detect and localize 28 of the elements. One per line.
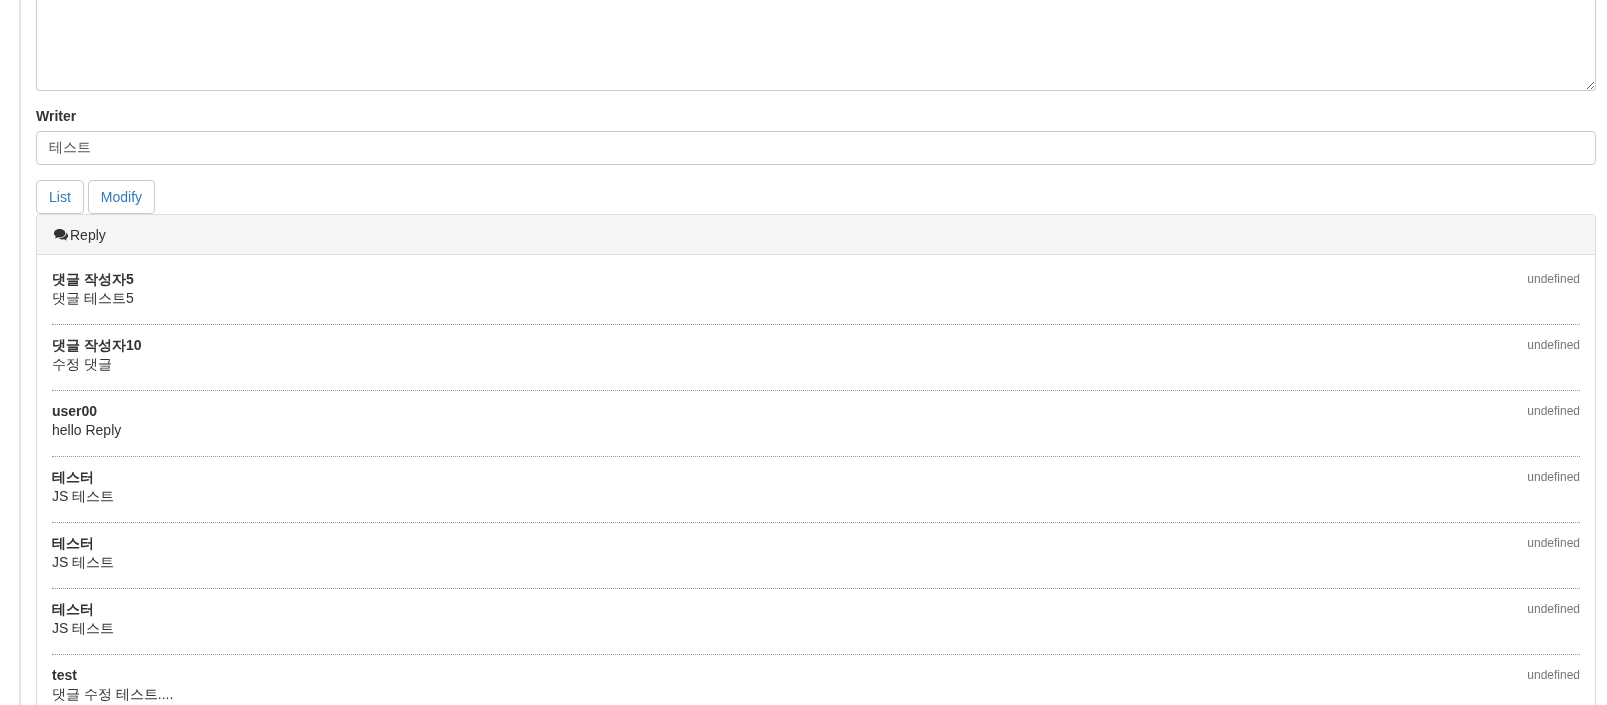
textarea-field[interactable] xyxy=(36,0,1596,91)
reply-text: JS 테스트 xyxy=(52,554,115,571)
reply-author: 댓글 작성자5 xyxy=(52,270,134,288)
reply-date: undefined xyxy=(1527,403,1580,419)
panel-title: Reply xyxy=(70,225,106,245)
reply-author: 테스터 xyxy=(52,534,94,552)
reply-text: 수정 댓글 xyxy=(52,356,112,373)
reply-author: 댓글 작성자10 xyxy=(52,336,142,354)
reply-text: 댓글 테스트5 xyxy=(52,290,134,307)
reply-text: hello Reply xyxy=(52,422,122,439)
action-button[interactable]: Modify xyxy=(87,180,156,214)
reply-date: undefined xyxy=(1527,337,1580,353)
reply-date: undefined xyxy=(1527,469,1580,485)
comments-icon xyxy=(54,228,68,241)
reply-date: undefined xyxy=(1527,601,1580,617)
action-button[interactable]: List xyxy=(36,180,84,214)
reply-author: 테스터 xyxy=(52,468,94,486)
reply-author: user00 xyxy=(52,402,98,420)
reply-author: test xyxy=(52,666,77,684)
field-label: Writer xyxy=(36,107,77,126)
reply-author: 테스터 xyxy=(52,600,94,618)
reply-date: undefined xyxy=(1527,535,1580,551)
reply-date: undefined xyxy=(1527,271,1580,287)
writer-input[interactable]: 테스트 xyxy=(36,131,1596,165)
reply-text: JS 테스트 xyxy=(52,488,115,505)
reply-text: JS 테스트 xyxy=(52,620,115,637)
reply-text: 댓글 수정 테스트.... xyxy=(52,686,174,703)
reply-date: undefined xyxy=(1527,667,1580,683)
